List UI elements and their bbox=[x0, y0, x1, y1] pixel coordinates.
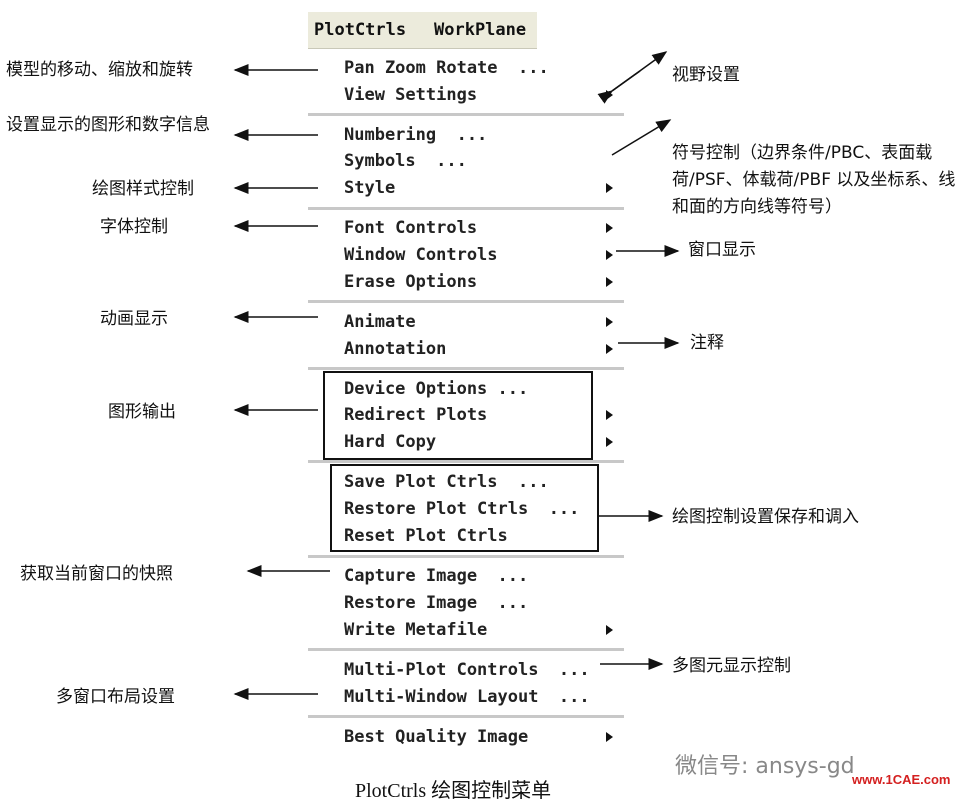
label-output: 图形输出 bbox=[108, 402, 176, 422]
label-symbols: 符号控制（边界条件/PBC、表面载荷/PSF、体载荷/PBF 以及坐标系、线和面… bbox=[672, 143, 956, 217]
label-numbering: 设置显示的图形和数字信息 bbox=[6, 115, 210, 135]
label-annotation: 注释 bbox=[690, 333, 724, 353]
watermark-url: www.1CAE.com bbox=[852, 772, 951, 787]
label-multiwindow: 多窗口布局设置 bbox=[56, 687, 175, 707]
label-animate: 动画显示 bbox=[100, 309, 168, 329]
arrow-right bbox=[611, 119, 672, 156]
caption: PlotCtrls 绘图控制菜单 bbox=[355, 780, 552, 802]
label-window: 窗口显示 bbox=[688, 240, 756, 260]
label-multiplot: 多图元显示控制 bbox=[672, 656, 791, 676]
label-capture: 获取当前窗口的快照 bbox=[20, 564, 173, 584]
label-font: 字体控制 bbox=[100, 217, 168, 237]
label-save: 绘图控制设置保存和调入 bbox=[672, 507, 859, 527]
label-style: 绘图样式控制 bbox=[92, 179, 194, 199]
watermark: 微信号: ansys-gd bbox=[675, 754, 855, 779]
label-view-settings: 视野设置 bbox=[672, 65, 740, 85]
label-pan-zoom: 模型的移动、缩放和旋转 bbox=[6, 60, 193, 80]
